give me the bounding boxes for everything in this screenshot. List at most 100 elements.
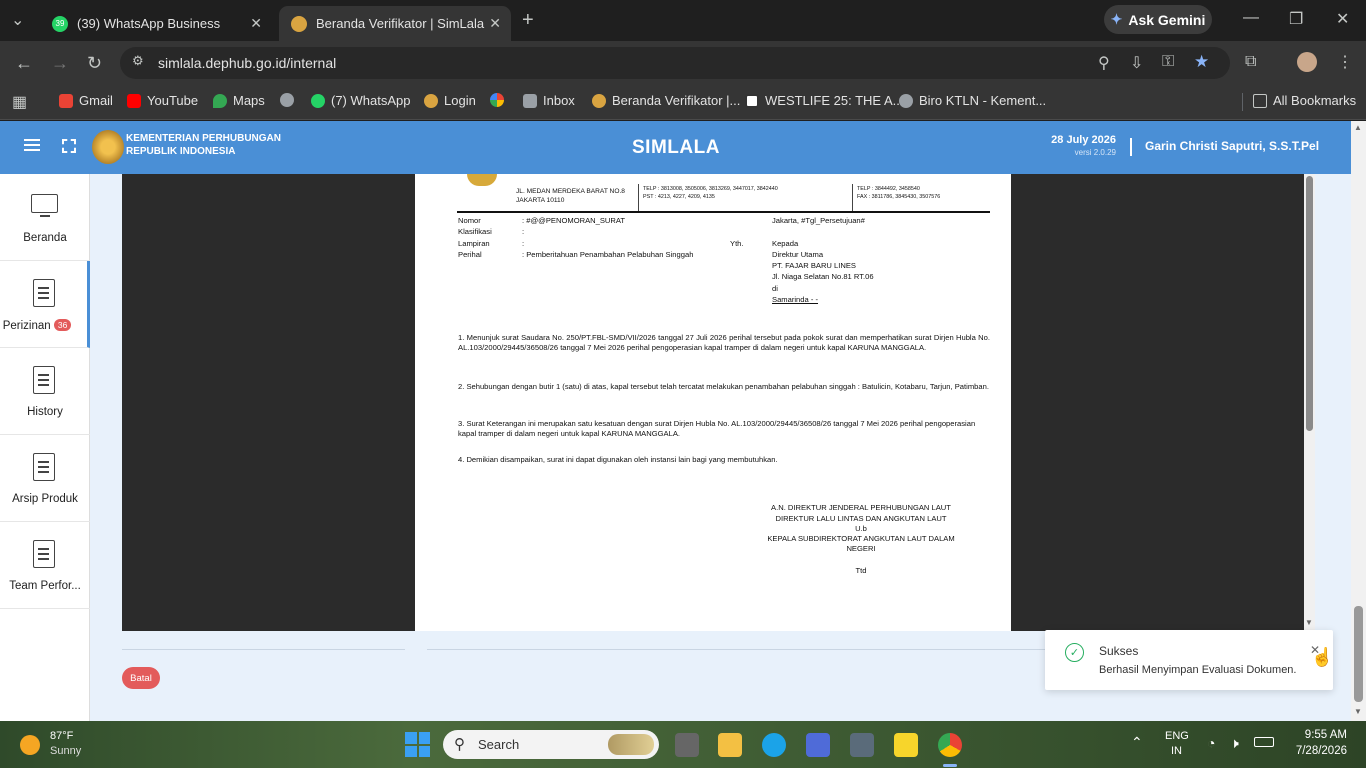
letter-page: JL. MEDAN MERDEKA BARAT NO.8 JAKARTA 101… <box>415 174 1011 631</box>
restore-icon[interactable]: ❐ <box>1289 9 1303 29</box>
apps-icon[interactable]: ▦ <box>12 92 27 112</box>
page-scrollbar[interactable]: ▲ ▼ <box>1351 121 1366 721</box>
volume-muted-icon[interactable]: 🕨 <box>1230 735 1239 752</box>
clock-date[interactable]: 7/28/2026 <box>1280 745 1347 757</box>
sticky-notes-icon[interactable] <box>894 733 918 757</box>
bookmark-beranda[interactable]: Beranda Verifikator |... <box>592 93 740 108</box>
camera-icon[interactable] <box>850 733 874 757</box>
tray-chevron-icon[interactable]: ⌃ <box>1131 734 1143 751</box>
lang-primary[interactable]: ENG <box>1165 730 1189 742</box>
address-bar[interactable]: ⚙ simlala.dephub.go.id/internal ⚲ ⇩ ⚿ ★ <box>120 47 1230 79</box>
scroll-down-icon[interactable]: ▼ <box>1354 707 1362 716</box>
clock-time[interactable]: 9:55 AM <box>1290 729 1347 741</box>
bookmark-maps[interactable]: Maps <box>213 93 265 108</box>
viewer-scrollbar[interactable]: ▼ <box>1304 174 1315 631</box>
bookmark-star-icon[interactable]: ★ <box>1194 52 1209 72</box>
bookmark-westlife[interactable]: WESTLIFE 25: THE A... <box>745 93 903 108</box>
chrome-icon[interactable] <box>938 733 962 757</box>
weather-sun-icon[interactable] <box>20 735 40 755</box>
simlala-icon <box>424 93 438 108</box>
sidebar-item-perizinan[interactable]: Perizinan 36 <box>0 261 90 348</box>
klasifikasi-value: : <box>522 227 525 236</box>
signature-line: KEPALA SUBDIREKTORAT ANGKUTAN LAUT DALAM <box>767 534 955 543</box>
profile-avatar[interactable] <box>1297 52 1317 72</box>
page-scroll-thumb[interactable] <box>1354 606 1363 702</box>
forward-icon[interactable]: → <box>51 53 69 74</box>
document-icon <box>33 279 55 307</box>
menu-icon[interactable]: ⋮ <box>1337 52 1353 72</box>
perizinan-badge: 36 <box>53 319 72 331</box>
sidebar-item-arsip-produk[interactable]: Arsip Produk <box>0 435 90 522</box>
bookmark-globe[interactable] <box>280 93 300 107</box>
site-info-icon[interactable]: ⚙ <box>132 53 144 69</box>
user-name[interactable]: Garin Christi Saputri, S.S.T.Pel <box>1145 139 1319 153</box>
scroll-thumb[interactable] <box>1306 176 1313 431</box>
file-explorer-icon[interactable] <box>718 733 742 757</box>
document-icon <box>33 453 55 481</box>
bookmark-whatsapp[interactable]: (7) WhatsApp <box>311 93 410 108</box>
recipient-line: di <box>772 284 778 293</box>
taskbar-search[interactable]: ⚲ Search <box>443 730 659 759</box>
cancel-button[interactable]: Batal <box>122 667 160 689</box>
url-text: simlala.dephub.go.id/internal <box>158 55 337 71</box>
footer-divider <box>427 649 1047 650</box>
scroll-down-icon[interactable]: ▼ <box>1305 618 1313 627</box>
tab-simlala[interactable]: Beranda Verifikator | SimLala ✕ <box>279 6 511 41</box>
all-bookmarks[interactable]: All Bookmarks <box>1253 93 1356 108</box>
battery-icon[interactable] <box>1254 737 1274 747</box>
task-view-icon[interactable] <box>675 733 699 757</box>
sidebar-item-team-performance[interactable]: Team Perfor... <box>0 522 90 609</box>
app-icon[interactable] <box>806 733 830 757</box>
signature-ttd: Ttd <box>855 566 867 575</box>
extensions-icon[interactable]: ⧉ <box>1245 53 1256 71</box>
recipient-line: Jl. Niaga Selatan No.81 RT.06 <box>772 272 874 281</box>
perihal-value: : Pemberitahuan Penambahan Pelabuhan Sin… <box>522 250 694 259</box>
folder-icon <box>1253 93 1267 108</box>
signature-line: A.N. DIREKTUR JENDERAL PERHUBUNGAN LAUT <box>771 503 951 512</box>
paragraph-2: 2. Sehubungan dengan butir 1 (satu) di a… <box>458 382 989 391</box>
lang-secondary: IN <box>1171 745 1182 757</box>
close-icon[interactable]: ✕ <box>250 15 262 32</box>
edge-icon[interactable] <box>762 733 786 757</box>
bookmark-biro-ktln[interactable]: Biro KTLN - Kement... <box>899 93 1046 108</box>
recipient-line: Kepada <box>772 239 799 248</box>
bookmark-login[interactable]: Login <box>424 93 476 108</box>
fullscreen-icon[interactable] <box>62 139 76 153</box>
reload-icon[interactable]: ↻ <box>87 53 102 74</box>
letterhead-divider <box>638 184 639 212</box>
gmail-icon <box>59 93 73 108</box>
wifi-icon[interactable]: ◔ <box>1207 735 1215 751</box>
hamburger-icon[interactable] <box>24 139 40 151</box>
document-icon <box>33 366 55 394</box>
ask-gemini-button[interactable]: ✦ Ask Gemini <box>1104 5 1212 34</box>
cursor-hand-icon: ☝ <box>1311 647 1334 667</box>
key-icon[interactable]: ⚿ <box>1162 53 1174 71</box>
weather-temp[interactable]: 87°F <box>50 730 73 742</box>
recipient-line: PT. FAJAR BARU LINES <box>772 261 856 270</box>
lampiran-value: : <box>522 239 525 248</box>
tab-whatsapp[interactable]: 39 (39) WhatsApp Business ✕ <box>40 6 272 41</box>
sidebar-item-beranda[interactable]: Beranda <box>0 174 90 261</box>
nomor-label: Nomor <box>458 216 481 225</box>
install-icon[interactable]: ⇩ <box>1130 53 1143 73</box>
close-icon[interactable]: ✕ <box>489 15 501 32</box>
bookmark-inbox[interactable]: Inbox <box>523 93 575 108</box>
back-icon[interactable]: ← <box>15 53 33 74</box>
toast-message: Berhasil Menyimpan Evaluasi Dokumen. <box>1099 664 1297 676</box>
bookmark-pinwheel[interactable] <box>490 93 510 107</box>
bookmark-youtube[interactable]: YouTube <box>127 93 198 108</box>
windows-start-icon[interactable] <box>405 732 430 757</box>
signature-line: DIREKTUR LALU LINTAS DAN ANGKUTAN LAUT <box>775 514 947 523</box>
search-icon: ⚲ <box>454 736 465 753</box>
sidebar-item-history[interactable]: History <box>0 348 90 435</box>
browser-tab-bar: ⌄ 39 (39) WhatsApp Business ✕ Beranda Ve… <box>0 0 1366 41</box>
zoom-icon[interactable]: ⚲ <box>1098 53 1110 73</box>
minimize-icon[interactable]: — <box>1243 9 1259 27</box>
close-window-icon[interactable]: ✕ <box>1336 9 1349 29</box>
bookmark-gmail[interactable]: Gmail <box>59 93 113 108</box>
new-tab-icon[interactable]: + <box>522 9 534 32</box>
scroll-up-icon[interactable]: ▲ <box>1354 123 1362 132</box>
pdf-viewer[interactable]: JL. MEDAN MERDEKA BARAT NO.8 JAKARTA 101… <box>122 174 1315 631</box>
tab-search-icon[interactable]: ⌄ <box>11 10 29 29</box>
sidebar: Beranda Perizinan 36 History Arsip Produ… <box>0 174 90 721</box>
